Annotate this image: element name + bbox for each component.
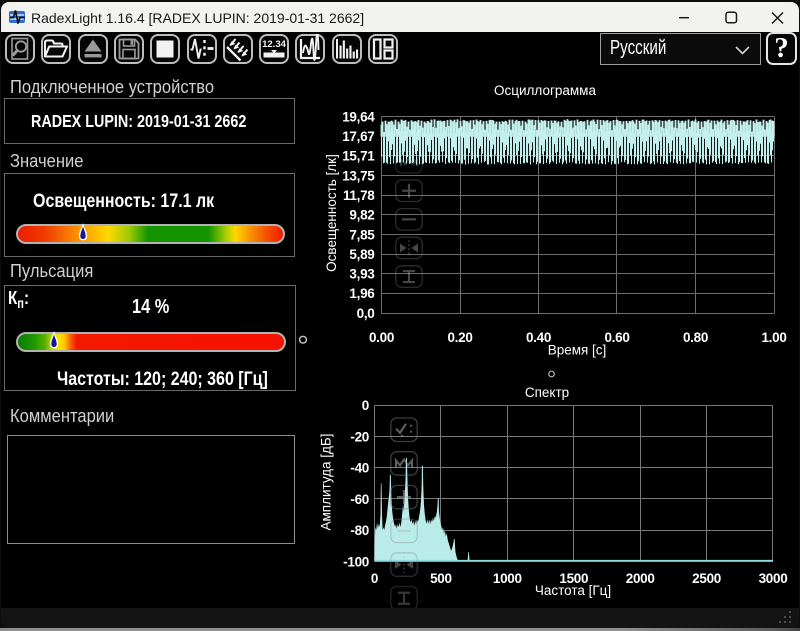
svg-text:Осциллограмма: Осциллограмма (494, 83, 596, 98)
svg-text:0,0: 0,0 (357, 306, 375, 321)
svg-text:0.00: 0.00 (369, 330, 394, 345)
svg-text:5,89: 5,89 (349, 247, 374, 262)
svg-text:0.60: 0.60 (604, 330, 629, 345)
svg-text:-20: -20 (350, 429, 369, 444)
svg-text:11,78: 11,78 (343, 188, 375, 203)
svg-text:19,64: 19,64 (342, 109, 375, 124)
svg-text:13,75: 13,75 (342, 168, 375, 183)
svg-text:Время [с]: Время [с] (548, 343, 607, 358)
svg-text:3000: 3000 (759, 571, 788, 586)
svg-text:0: 0 (371, 571, 378, 586)
svg-text:-100: -100 (343, 554, 369, 569)
svg-text:Частота [Гц]: Частота [Гц] (535, 583, 611, 598)
svg-text:15,71: 15,71 (342, 149, 375, 164)
svg-text:3,93: 3,93 (349, 267, 375, 282)
svg-text:-60: -60 (350, 492, 369, 507)
svg-text:Спектр: Спектр (525, 385, 569, 400)
svg-text:Амплитуда [дБ]: Амплитуда [дБ] (319, 433, 334, 530)
svg-text:9,82: 9,82 (349, 208, 374, 223)
svg-text:500: 500 (430, 571, 452, 586)
svg-text:2000: 2000 (626, 571, 655, 586)
svg-text:0.80: 0.80 (683, 330, 708, 345)
svg-text:2500: 2500 (692, 571, 721, 586)
svg-text:17,67: 17,67 (342, 129, 374, 144)
svg-text:0: 0 (362, 398, 369, 413)
svg-text:0.20: 0.20 (447, 330, 472, 345)
svg-text:-80: -80 (350, 523, 369, 538)
svg-text:1,96: 1,96 (349, 286, 375, 301)
svg-text:1.00: 1.00 (761, 330, 786, 345)
svg-text:Освещенность [лк]: Освещенность [лк] (324, 154, 339, 272)
svg-text:7,85: 7,85 (349, 227, 375, 242)
svg-text:-40: -40 (350, 461, 369, 476)
svg-text:1000: 1000 (493, 571, 522, 586)
